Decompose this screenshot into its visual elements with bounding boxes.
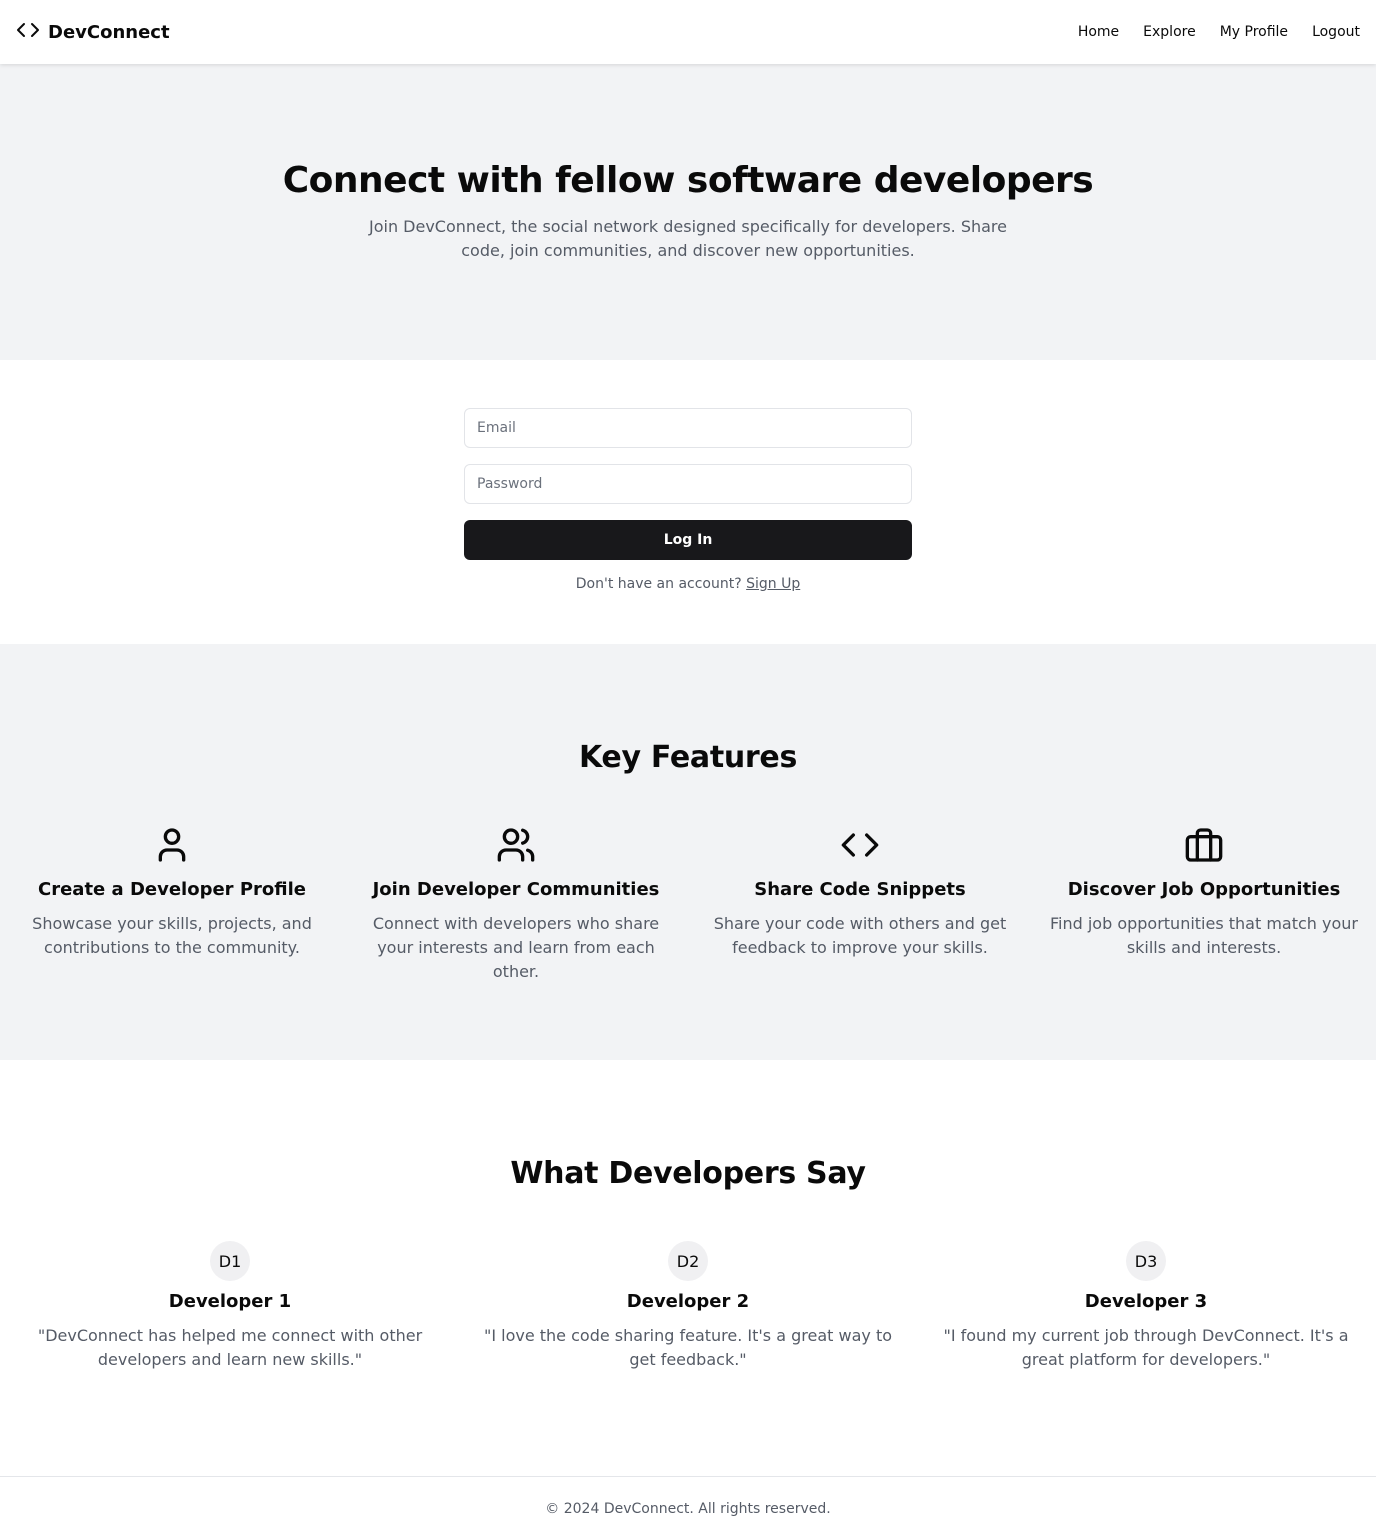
page-footer: © 2024 DevConnect. All rights reserved.	[0, 1476, 1376, 1540]
feature-card: Create a Developer Profile Showcase your…	[16, 825, 328, 984]
testimonial-card: D1 Developer 1 "DevConnect has helped me…	[16, 1241, 444, 1372]
feature-text: Find job opportunities that match your s…	[1049, 914, 1359, 957]
testimonial-name: Developer 2	[626, 1291, 750, 1312]
top-navbar: DevConnect Home Explore My Profile Logou…	[0, 0, 1376, 64]
hero-section: Connect with fellow software developers …	[0, 64, 1376, 360]
features-grid: Create a Developer Profile Showcase your…	[0, 825, 1376, 984]
email-field[interactable]	[464, 408, 912, 448]
brand-name: DevConnect	[48, 21, 170, 43]
feature-title: Join Developer Communities	[372, 879, 660, 900]
users-icon	[496, 825, 536, 865]
testimonial-quote: "I found my current job through DevConne…	[943, 1326, 1349, 1369]
features-title: Key Features	[578, 740, 798, 775]
feature-text: Connect with developers who share your i…	[372, 914, 660, 981]
features-section: Key Features Create a Developer Profile …	[0, 644, 1376, 1060]
main-nav: Home Explore My Profile Logout	[1078, 24, 1360, 40]
feature-card: Join Developer Communities Connect with …	[360, 825, 672, 984]
briefcase-icon	[1184, 825, 1224, 865]
login-form: Log In Don't have an account? Sign Up	[464, 408, 912, 592]
signup-prompt-text: Don't have an account?	[575, 576, 742, 592]
testimonial-card: D3 Developer 3 "I found my current job t…	[932, 1241, 1360, 1372]
feature-card: Discover Job Opportunities Find job oppo…	[1048, 825, 1360, 984]
user-icon	[152, 825, 192, 865]
login-button[interactable]: Log In	[464, 520, 912, 560]
avatar: D1	[210, 1241, 250, 1281]
feature-title: Create a Developer Profile	[38, 879, 306, 900]
signup-prompt: Don't have an account? Sign Up	[464, 576, 912, 592]
code-icon	[840, 825, 880, 865]
feature-text: Showcase your skills, projects, and cont…	[32, 914, 312, 957]
nav-home-link[interactable]: Home	[1078, 24, 1119, 40]
hero-subtitle: Join DevConnect, the social network desi…	[368, 217, 1007, 260]
feature-title: Share Code Snippets	[754, 879, 966, 900]
feature-title: Discover Job Opportunities	[1067, 879, 1341, 900]
password-field[interactable]	[464, 464, 912, 504]
nav-explore-link[interactable]: Explore	[1143, 24, 1196, 40]
testimonials-grid: D1 Developer 1 "DevConnect has helped me…	[0, 1241, 1376, 1372]
signup-link[interactable]: Sign Up	[746, 576, 800, 592]
testimonials-title: What Developers Say	[510, 1156, 866, 1191]
login-section: Log In Don't have an account? Sign Up	[0, 360, 1376, 644]
testimonial-quote: "DevConnect has helped me connect with o…	[37, 1326, 423, 1369]
copyright-text: © 2024 DevConnect. All rights reserved.	[545, 1500, 831, 1517]
testimonial-card: D2 Developer 2 "I love the code sharing …	[474, 1241, 902, 1372]
avatar: D2	[668, 1241, 708, 1281]
avatar: D3	[1126, 1241, 1166, 1281]
code-icon	[16, 18, 40, 46]
brand-link[interactable]: DevConnect	[16, 18, 170, 46]
testimonial-name: Developer 3	[1084, 1291, 1208, 1312]
testimonial-name: Developer 1	[168, 1291, 292, 1312]
feature-text: Share your code with others and get feed…	[713, 914, 1007, 957]
testimonial-quote: "I love the code sharing feature. It's a…	[483, 1326, 893, 1369]
feature-card: Share Code Snippets Share your code with…	[704, 825, 1016, 984]
nav-logout-link[interactable]: Logout	[1312, 24, 1360, 40]
hero-title: Connect with fellow software developers	[282, 160, 1094, 201]
testimonials-section: What Developers Say D1 Developer 1 "DevC…	[0, 1060, 1376, 1476]
nav-my-profile-link[interactable]: My Profile	[1220, 24, 1288, 40]
